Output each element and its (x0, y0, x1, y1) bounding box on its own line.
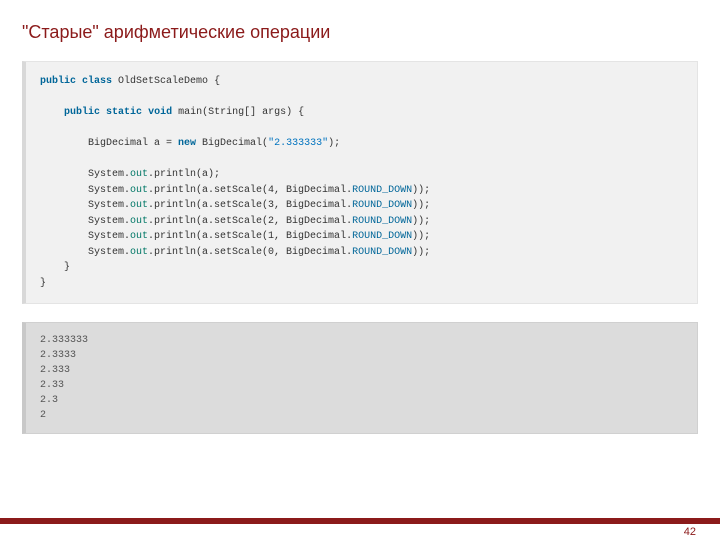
output-block: 2.333333 2.3333 2.333 2.33 2.3 2 (22, 322, 698, 434)
code-text: .println(a.setScale(4, BigDecimal. (148, 185, 352, 196)
keyword: class (82, 76, 112, 87)
keyword: void (148, 107, 172, 118)
code-text: BigDecimal( (196, 138, 268, 149)
code-text: .println(a.setScale(2, BigDecimal. (148, 216, 352, 227)
field: out (130, 231, 148, 242)
enum-constant: ROUND_DOWN (352, 231, 412, 242)
code-text: System. (40, 169, 130, 180)
code-text: System. (40, 231, 130, 242)
footer-bar (0, 518, 720, 524)
enum-constant: ROUND_DOWN (352, 185, 412, 196)
code-text: )); (412, 185, 430, 196)
keyword: public (40, 76, 76, 87)
code-text: .println(a.setScale(1, BigDecimal. (148, 231, 352, 242)
field: out (130, 169, 148, 180)
keyword: new (178, 138, 196, 149)
field: out (130, 200, 148, 211)
code-text: ); (328, 138, 340, 149)
code-block: public class OldSetScaleDemo { public st… (22, 61, 698, 304)
code-text: main(String[] args) { (172, 107, 304, 118)
code-text: System. (40, 216, 130, 227)
code-text: )); (412, 216, 430, 227)
field: out (130, 247, 148, 258)
code-text: } (40, 262, 70, 273)
keyword: public (64, 107, 100, 118)
enum-constant: ROUND_DOWN (352, 247, 412, 258)
code-text: } (40, 278, 46, 289)
field: out (130, 216, 148, 227)
code-text: System. (40, 200, 130, 211)
code-text: .println(a.setScale(0, BigDecimal. (148, 247, 352, 258)
code-text: )); (412, 247, 430, 258)
code-text: .println(a.setScale(3, BigDecimal. (148, 200, 352, 211)
code-text: BigDecimal a = (40, 138, 178, 149)
code-text: )); (412, 231, 430, 242)
page-number: 42 (684, 526, 696, 538)
field: out (130, 185, 148, 196)
code-text: System. (40, 247, 130, 258)
code-text: System. (40, 185, 130, 196)
slide-title: "Старые" арифметические операции (0, 0, 720, 43)
enum-constant: ROUND_DOWN (352, 200, 412, 211)
keyword: static (106, 107, 142, 118)
enum-constant: ROUND_DOWN (352, 216, 412, 227)
code-text: .println(a); (148, 169, 220, 180)
code-text: OldSetScaleDemo { (112, 76, 220, 87)
string-literal: "2.333333" (268, 138, 328, 149)
code-text: )); (412, 200, 430, 211)
